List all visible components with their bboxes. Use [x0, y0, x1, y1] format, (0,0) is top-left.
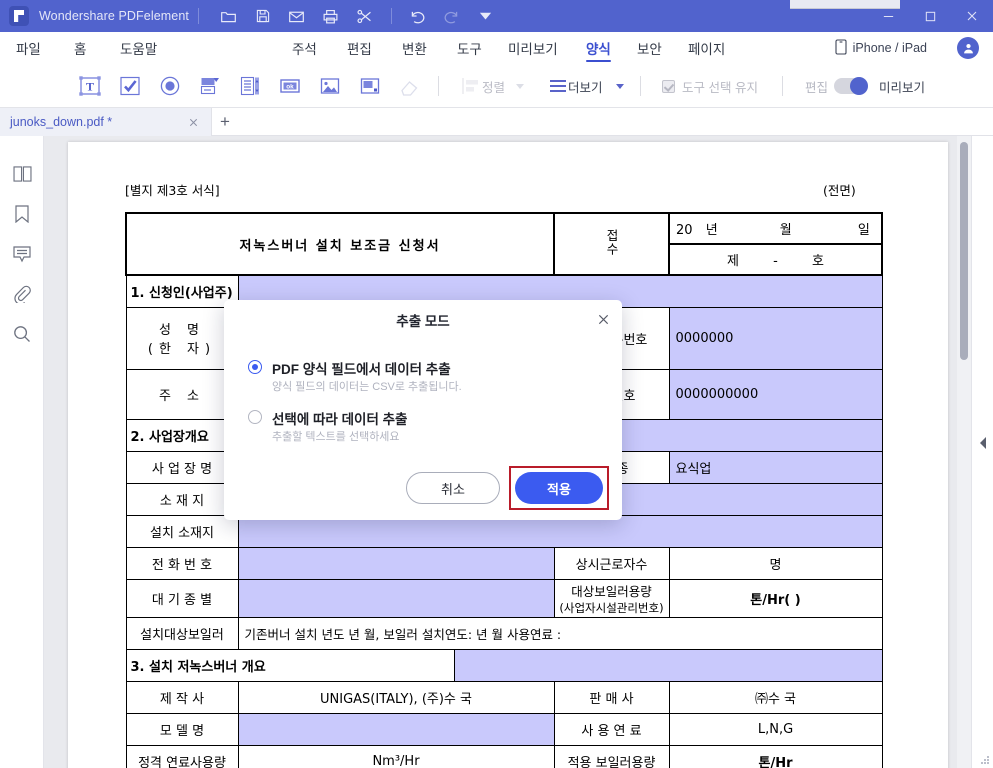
dialog-title: 추출 모드 [396, 314, 450, 329]
pdfelement-window: Wondershare PDFelement 파일 홈 도움말 주석 편집 변환… [0, 0, 993, 768]
extract-mode-dialog: 추출 모드 PDF 양식 필드에서 데이터 추출 양식 필드의 데이터는 CSV… [224, 300, 622, 520]
cancel-button[interactable]: 취소 [406, 472, 500, 504]
option-description-extract-by-selection: 추출할 텍스트를 선택하세요 [272, 431, 400, 443]
modal-layer: 추출 모드 PDF 양식 필드에서 데이터 추출 양식 필드의 데이터는 CSV… [0, 0, 993, 768]
option-label-extract-by-selection[interactable]: 선택에 따라 데이터 추출 [272, 408, 407, 428]
radio-extract-from-form-fields[interactable] [248, 360, 262, 374]
radio-extract-by-selection[interactable] [248, 410, 262, 424]
apply-button[interactable]: 적용 [515, 472, 603, 504]
option-label-extract-from-form-fields[interactable]: PDF 양식 필드에서 데이터 추출 [272, 358, 451, 378]
close-icon[interactable] [594, 310, 612, 328]
option-description-extract-from-form-fields: 양식 필드의 데이터는 CSV로 추출됩니다. [272, 381, 462, 393]
